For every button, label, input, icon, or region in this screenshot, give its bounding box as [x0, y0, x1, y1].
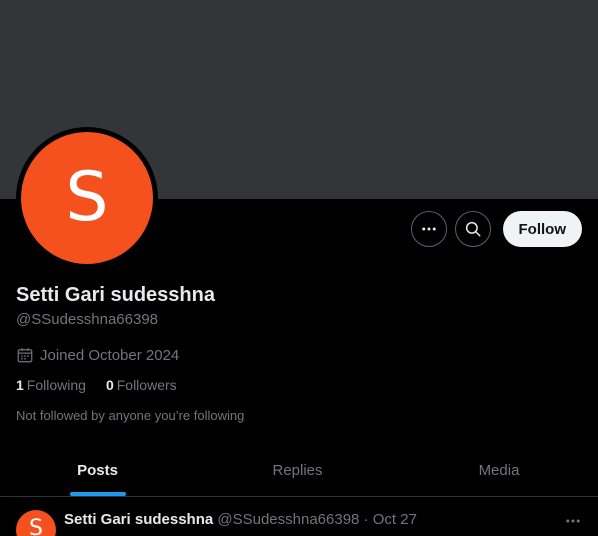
follow-counts: 1 Following 0 Followers	[16, 377, 177, 393]
not-followed-notice: Not followed by anyone you’re following	[16, 408, 245, 423]
followers-label: Followers	[116, 377, 177, 393]
post-more-button[interactable]	[564, 512, 582, 535]
post-author-handle[interactable]: @SSudesshna66398	[217, 511, 359, 528]
tab-posts[interactable]: Posts	[0, 445, 195, 496]
post-separator: ·	[363, 511, 369, 528]
post-date[interactable]: Oct 27	[373, 511, 417, 528]
followers-count: 0	[105, 377, 114, 393]
tab-replies[interactable]: Replies	[195, 445, 400, 496]
followers-link[interactable]: 0 Followers	[106, 377, 177, 393]
profile-avatar[interactable]: S	[21, 132, 153, 264]
display-name: Setti Gari sudesshna	[16, 284, 215, 306]
following-link[interactable]: 1 Following	[16, 377, 86, 393]
post-avatar-letter: S	[29, 516, 43, 536]
tab-media[interactable]: Media	[400, 445, 598, 496]
calendar-icon	[17, 348, 33, 363]
user-handle: @SSudesshna66398	[16, 311, 159, 328]
search-icon	[465, 221, 480, 237]
follow-button[interactable]: Follow	[502, 211, 582, 247]
more-horizontal-icon	[421, 227, 436, 231]
joined-date: Joined October 2024	[16, 346, 179, 364]
post-header: Setti Gari sudesshna @SSudesshna66398 · …	[64, 511, 417, 528]
profile-actions: Follow	[410, 211, 582, 247]
post-item[interactable]: S Setti Gari sudesshna @SSudesshna66398 …	[0, 498, 598, 536]
post-author-name[interactable]: Setti Gari sudesshna	[64, 511, 213, 528]
avatar-letter: S	[65, 158, 109, 237]
following-count: 1	[16, 377, 24, 393]
profile-tabs: Posts Replies Media	[0, 445, 598, 497]
post-avatar[interactable]: S	[16, 510, 56, 536]
more-options-button[interactable]	[410, 211, 447, 247]
more-horizontal-icon	[566, 519, 580, 523]
joined-label: Joined October 2024	[40, 346, 180, 364]
search-profile-button[interactable]	[454, 211, 491, 247]
following-label: Following	[26, 377, 86, 393]
